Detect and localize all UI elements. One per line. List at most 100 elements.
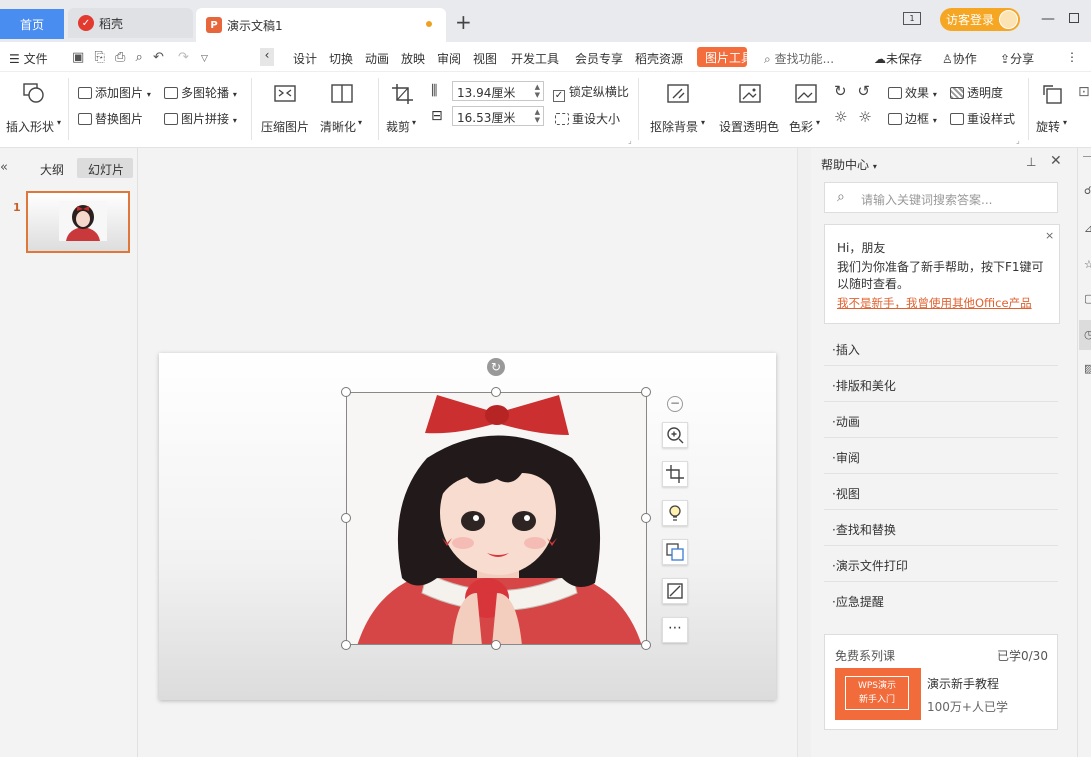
reset-size-button[interactable]: 重设大小 (555, 110, 620, 127)
resize-handle-bottom-left[interactable] (341, 640, 351, 650)
sidebar-tool-icon[interactable]: ☌ (1084, 184, 1091, 197)
menu-view[interactable]: 视图 (473, 50, 497, 67)
brightness-down-icon[interactable]: ☼ (858, 108, 871, 126)
collaborate-button[interactable]: ♙协作 (942, 50, 977, 67)
lock-aspect-checkbox[interactable]: ✓ 锁定纵横比 (553, 83, 629, 102)
course-card[interactable]: 免费系列课 已学0/30 WPS演示 新手入门 演示新手教程 100万+人已学 (824, 634, 1058, 730)
guest-login-button[interactable]: 访客登录 (940, 8, 1020, 31)
redo-icon[interactable]: ↷ (178, 50, 189, 65)
sidebar-shape-icon[interactable]: ⊿ (1084, 222, 1091, 235)
menu-picture-tools[interactable]: 图片工具 (697, 47, 747, 67)
collapse-panel-icon[interactable]: « (0, 160, 8, 175)
menu-animation[interactable]: 动画 (365, 50, 389, 67)
set-transparent-color-button[interactable]: 设置透明色 (719, 80, 781, 140)
unsaved-button[interactable]: ☁未保存 (874, 50, 922, 67)
width-spinner[interactable]: ▲ ▼ (535, 108, 540, 124)
menu-slideshow[interactable]: 放映 (401, 50, 425, 67)
rotate-handle-icon[interactable]: ↻ (487, 358, 505, 376)
resize-handle-left[interactable] (341, 513, 351, 523)
tab-outline[interactable]: 大纲 (40, 161, 64, 178)
picture-stitch-button[interactable]: 图片拼接 ▾ (164, 110, 237, 127)
multi-carousel-button[interactable]: 多图轮播 ▾ (164, 84, 237, 101)
menu-daoke-resources[interactable]: 稻壳资源 (635, 50, 683, 67)
minimize-icon[interactable]: — (1041, 11, 1055, 27)
height-spinner[interactable]: ▲ ▼ (535, 83, 540, 99)
not-beginner-link[interactable]: 我不是新手，我曾使用其他Office产品 (837, 295, 1032, 311)
tab-document[interactable]: P 演示文稿1 (196, 8, 446, 42)
border-button[interactable]: 边框 ▾ (888, 110, 937, 127)
smart-suggest-button[interactable] (662, 500, 688, 526)
help-item-animation[interactable]: ·动画 (824, 402, 1058, 438)
sidebar-picture-icon[interactable]: ▨ (1084, 362, 1091, 375)
export-pdf-icon[interactable]: ⎘ (94, 50, 104, 65)
help-item-review[interactable]: ·审阅 (824, 438, 1058, 474)
resize-handle-right[interactable] (641, 513, 651, 523)
help-item-find-replace[interactable]: ·查找和替换 (824, 510, 1058, 546)
close-welcome-icon[interactable]: × (1045, 229, 1054, 242)
style-dialog-launcher-icon[interactable]: ⌟ (1016, 136, 1020, 145)
rotate-right-icon[interactable]: ↺ (857, 82, 870, 100)
menu-member[interactable]: 会员专享 (575, 50, 623, 67)
ribbon-more-icon[interactable]: ⊡ (1078, 84, 1090, 100)
menu-design[interactable]: 设计 (293, 50, 317, 67)
slide-thumbnail[interactable] (26, 191, 130, 253)
tab-daoke[interactable]: ✓ 稻壳 (68, 8, 193, 38)
undo-icon[interactable]: ↶ (153, 50, 164, 65)
crop-button[interactable]: 裁剪 ▾ (386, 80, 426, 140)
help-search-input[interactable]: ⌕ 请输入关键词搜索答案... (824, 182, 1058, 213)
canvas-scrollbar[interactable] (797, 148, 811, 757)
tab-slides[interactable]: 幻灯片 (77, 158, 133, 178)
replace-picture-button[interactable]: 替换图片 (78, 110, 143, 127)
share-button[interactable]: ⇪分享 (1000, 50, 1034, 67)
sidebar-animation-icon[interactable]: ☆ (1084, 258, 1091, 271)
more-menu-icon[interactable]: ⋮ (1066, 50, 1078, 64)
more-options-icon[interactable]: ⋯ (662, 617, 688, 643)
effects-button[interactable]: 效果 ▾ (888, 84, 937, 101)
customize-qat-icon[interactable]: ▽ (201, 54, 208, 64)
zoom-picture-button[interactable] (662, 422, 688, 448)
size-dialog-launcher-icon[interactable]: ⌟ (628, 136, 632, 145)
print-preview-icon[interactable]: ⌕ (136, 50, 143, 65)
replace-image-button[interactable] (662, 539, 688, 565)
add-picture-button[interactable]: 添加图片 ▾ (78, 84, 151, 101)
resize-handle-bottom-right[interactable] (641, 640, 651, 650)
help-item-view[interactable]: ·视图 (824, 474, 1058, 510)
resize-handle-top-right[interactable] (641, 387, 651, 397)
height-input[interactable]: 13.94厘米 ▲ ▼ (452, 81, 544, 101)
print-icon[interactable]: ⎙ (115, 50, 125, 65)
float-crop-button[interactable] (662, 461, 688, 487)
transparency-button[interactable]: 透明度 (950, 84, 1003, 101)
save-icon[interactable]: ▣ (72, 50, 84, 65)
menu-transition[interactable]: 切换 (329, 50, 353, 67)
remove-background-button[interactable]: 抠除背景 ▾ (650, 80, 708, 140)
brightness-up-icon[interactable]: ☼ (834, 108, 847, 126)
menu-review[interactable]: 审阅 (437, 50, 461, 67)
scroll-left-icon[interactable]: ‹ (260, 48, 274, 66)
pin-icon[interactable]: ⊥ (1026, 155, 1036, 169)
sidebar-layout-icon[interactable]: ▢ (1084, 292, 1091, 305)
rotate-left-icon[interactable]: ↻ (834, 82, 847, 100)
selected-picture[interactable] (346, 392, 647, 645)
picture-style-button[interactable] (662, 578, 688, 604)
resize-handle-top[interactable] (491, 387, 501, 397)
compress-picture-button[interactable]: 压缩图片 (261, 80, 311, 140)
help-item-layout[interactable]: ·排版和美化 (824, 366, 1058, 402)
reset-style-button[interactable]: 重设样式 (950, 110, 1015, 127)
color-button[interactable]: 色彩 ▾ (789, 80, 825, 140)
resize-handle-top-left[interactable] (341, 387, 351, 397)
width-input[interactable]: 16.53厘米 ▲ ▼ (452, 106, 544, 126)
help-item-emergency[interactable]: ·应急提醒 (824, 582, 1058, 618)
rotate-button[interactable]: 旋转 ▾ (1036, 80, 1072, 140)
help-center-title[interactable]: 帮助中心 ▾ (821, 156, 877, 173)
sharpen-button[interactable]: 清晰化 ▾ (320, 80, 370, 140)
insert-shape-button[interactable]: 插入形状 ▾ (6, 80, 62, 140)
new-tab-plus-icon[interactable]: + (455, 12, 472, 32)
close-panel-icon[interactable]: ✕ (1050, 153, 1062, 169)
menu-developer[interactable]: 开发工具 (511, 50, 559, 67)
help-item-print[interactable]: ·演示文件打印 (824, 546, 1058, 582)
maximize-icon[interactable] (1069, 13, 1079, 23)
sidebar-help-icon[interactable]: ◷ (1079, 320, 1091, 350)
file-menu[interactable]: ☰ 文件 (9, 50, 48, 67)
feature-search[interactable]: ⌕ 查找功能... (764, 50, 834, 67)
collapse-float-toolbar-icon[interactable]: − (667, 396, 683, 412)
